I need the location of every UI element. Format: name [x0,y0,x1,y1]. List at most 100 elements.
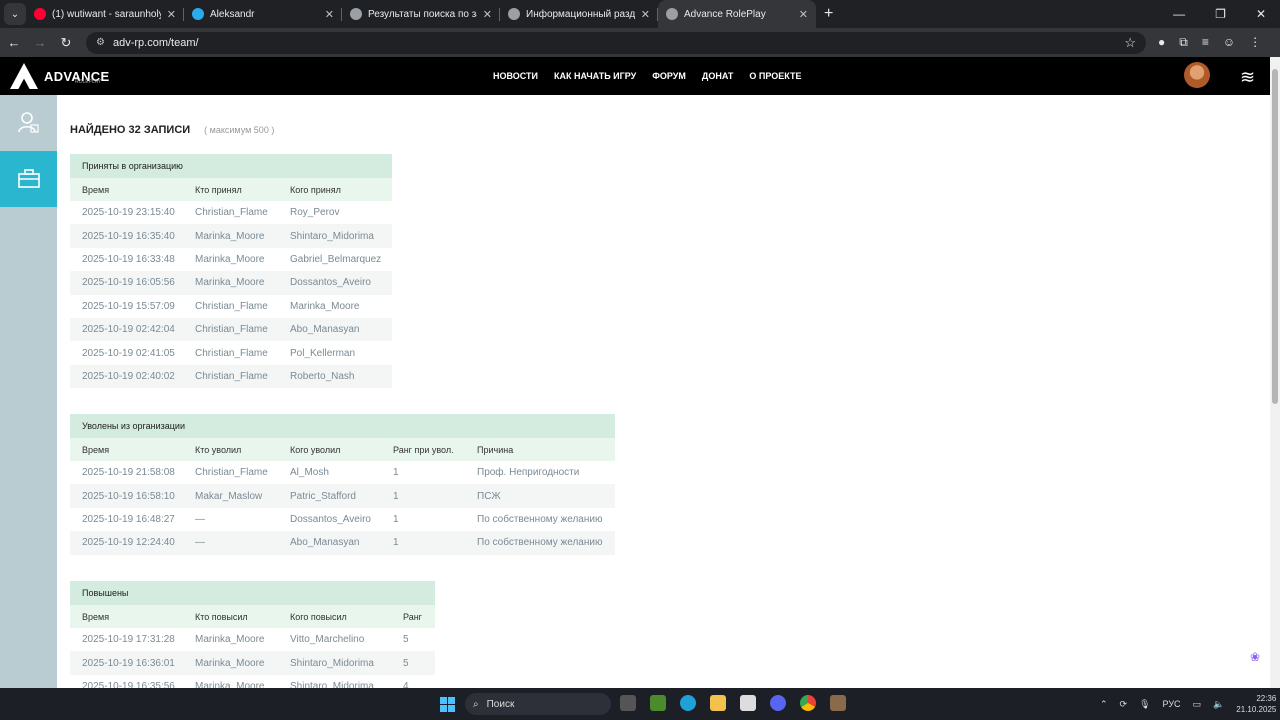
table-row: 2025-10-19 23:15:40 Christian_Flame Roy_Pe… [70,201,392,224]
column-header: Кого повысил [290,611,347,622]
table-row: 2025-10-19 17:31:28 Marinka_Moore Vitto_Ma… [70,628,435,651]
table-row: 2025-10-19 16:33:48 Marinka_Moore Gabriel_… [70,248,392,271]
table-cell: 2025-10-19 23:15:40 [82,207,175,219]
tab-close-icon[interactable]: ✕ [167,8,176,21]
new-tab-button[interactable]: + [824,5,833,23]
extensions-puzzle-icon[interactable]: ⧉ [1179,35,1188,50]
tab-favicon-icon [192,8,204,20]
column-header: Кто принял [195,184,242,195]
layers-icon[interactable]: ≋ [1240,67,1255,88]
browser-toolbar: ← → ↻ ⚙ adv-rp.com/team/ ☆ ● ⧉ ≡ ☺ ⋮ [0,28,1280,57]
taskbar-search[interactable]: ⌕ Поиск [465,693,611,715]
table-cell: По собственному желанию [477,537,603,549]
site-logo[interactable]: ADVANCE [10,63,109,89]
tab-close-icon[interactable]: ✕ [799,8,808,21]
forward-icon[interactable]: → [28,35,52,50]
table-row: 2025-10-19 16:35:40 Marinka_Moore Shintaro… [70,224,392,248]
table-cell: 2025-10-19 16:05:56 [82,277,175,289]
tab-favicon-icon [350,8,362,20]
edge-icon[interactable] [680,695,696,711]
table-cell: 2025-10-19 21:58:08 [82,467,175,479]
table-cell: Pol_Kellerman [290,347,356,359]
advance-app-icon[interactable] [740,695,756,711]
tab-close-icon[interactable]: ✕ [325,8,334,21]
discord-icon[interactable] [770,695,786,711]
back-icon[interactable]: ← [2,35,26,50]
tab-search-button[interactable]: ⌄ [4,3,26,25]
table-cell: Abo_Manasyan [290,537,360,549]
table-cell: — [195,537,205,549]
table-cell: 2025-10-19 16:36:01 [82,657,175,669]
game-app-icon[interactable] [830,695,846,711]
menu-how-to-start[interactable]: КАК НАЧАТЬ ИГРУ [554,71,636,81]
advance-logo-icon [10,63,38,89]
profile-icon[interactable]: ☺ [1223,35,1235,50]
reading-list-icon[interactable]: ≡ [1202,35,1209,50]
reload-icon[interactable]: ↻ [54,35,78,51]
sync-icon[interactable]: ⟳ [1120,699,1128,710]
fired-table: Уволены из организации Время Кто уволил Ког… [70,414,615,555]
user-profile-icon [17,112,39,133]
tab-title: Результаты поиска по запросу [368,8,477,20]
accepted-table: Приняты в организацию Время Кто принял Кого… [70,154,392,389]
clock-time: 22:36 [1256,694,1277,703]
volume-icon[interactable]: 🔈 [1213,699,1224,710]
restore-icon[interactable]: ❐ [1215,7,1226,21]
chrome-menu-icon[interactable]: ⋮ [1249,35,1261,50]
browser-tab[interactable]: Информационный раздел | Ф ✕ [500,0,658,28]
table-cell: Christian_Flame [195,370,268,382]
table-cell: По собственному желанию [477,513,603,525]
sidebar-item-profile[interactable] [0,95,57,151]
task-view-icon[interactable] [620,695,636,711]
browser-tab[interactable]: Результаты поиска по запросу ✕ [342,0,500,28]
browser-tab[interactable]: Aleksandr ✕ [184,0,342,28]
sidebar-item-team[interactable] [0,151,64,207]
site-info-icon[interactable]: ⚙ [96,37,105,48]
table-cell: Marinka_Moore [290,300,360,312]
file-explorer-icon[interactable] [710,695,726,711]
extension-icon[interactable]: ● [1158,35,1165,50]
bookmark-star-icon[interactable]: ☆ [1124,35,1136,51]
table-cell: 2025-10-19 16:35:40 [82,230,175,242]
minecraft-icon[interactable] [650,695,666,711]
promoted-table: Повышены Время Кто повысил Кого повысил Ранг… [70,581,435,688]
user-avatar[interactable] [1184,62,1210,88]
table-cell: Marinka_Moore [195,230,265,242]
menu-about[interactable]: О ПРОЕКТЕ [749,71,801,81]
close-window-icon[interactable]: ✕ [1256,7,1266,21]
results-count: НАЙДЕНО 32 ЗАПИСИ [70,124,191,136]
column-header: Время [82,611,110,622]
minimize-icon[interactable]: — [1173,7,1185,21]
mic-icon[interactable]: 🎙 [1139,699,1150,710]
tab-title: (1) wutiwant - saraunholy ( [52,8,161,20]
chrome-icon[interactable] [800,695,816,711]
table-cell: 2025-10-19 16:33:48 [82,253,175,265]
table-cell: 2025-10-19 02:41:05 [82,347,175,359]
windows-start-icon[interactable] [440,697,455,712]
network-icon[interactable]: ▭ [1193,699,1202,710]
language-indicator[interactable]: РУС [1163,699,1181,709]
tab-close-icon[interactable]: ✕ [641,8,650,21]
menu-news[interactable]: НОВОСТИ [493,71,538,81]
table-cell: 4 [403,680,409,688]
table-cell: Vitto_Marchelino [290,634,365,646]
assistant-icon[interactable]: ❀ [1250,650,1260,664]
table-cell: 1 [393,513,399,525]
table-row: 2025-10-19 02:40:02 Christian_Flame Robert… [70,364,392,389]
browser-tab[interactable]: Advance RolePlay ✕ [658,0,816,28]
address-bar[interactable]: ⚙ adv-rp.com/team/ ☆ [86,31,1146,54]
table-caption: Повышены [70,581,435,605]
table-cell: 2025-10-19 16:35:56 [82,680,175,688]
table-row: 2025-10-19 16:36:01 Marinka_Moore Shintaro… [70,651,435,675]
menu-donate[interactable]: ДОНАТ [702,71,733,81]
scrollbar-thumb[interactable] [1272,69,1278,404]
table-cell: 5 [403,657,409,669]
page-scrollbar[interactable] [1270,57,1280,688]
tab-close-icon[interactable]: ✕ [483,8,492,21]
menu-forum[interactable]: ФОРУМ [652,71,686,81]
clock[interactable]: 22:36 21.10.2025 [1236,693,1276,715]
table-cell: Проф. Непригодности [477,467,580,479]
table-row: 2025-10-19 16:05:56 Marinka_Moore Dossanto… [70,271,392,295]
chevron-up-icon[interactable]: ⌃ [1100,699,1108,710]
browser-tab[interactable]: (1) wutiwant - saraunholy ( ✕ [26,0,184,28]
